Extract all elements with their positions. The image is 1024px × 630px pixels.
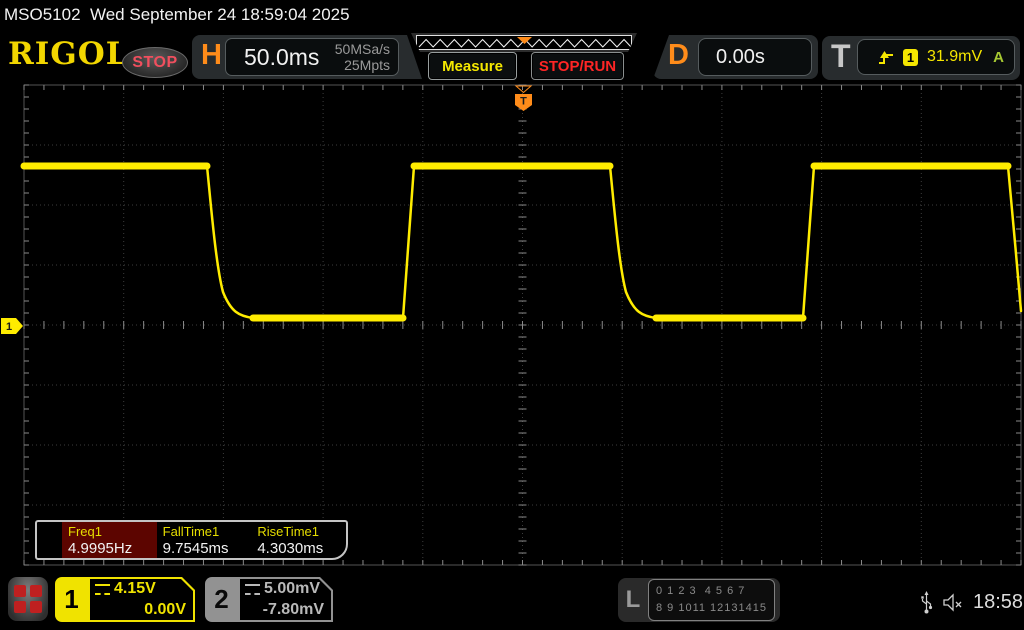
memory-depth: 25Mpts <box>335 57 390 73</box>
measure-button[interactable]: Measure <box>428 52 517 80</box>
channel-1-offset-marker[interactable]: 1 <box>1 318 23 334</box>
measurement-value: 4.9995Hz <box>68 540 157 558</box>
delay-settings[interactable]: D 0.00s <box>653 35 818 79</box>
app-grid-button[interactable] <box>8 577 48 621</box>
usb-icon <box>920 591 933 615</box>
measurement-value: 9.7545ms <box>163 540 252 558</box>
timebase-pill[interactable]: 50.0ms 50MSa/s 25Mpts <box>225 38 399 76</box>
clock: 18:58 <box>973 591 1023 614</box>
header: RIGOL STOP H 50.0ms 50MSa/s 25Mpts Measu… <box>0 30 1024 84</box>
acquisition-rates: 50MSa/s 25Mpts <box>335 41 390 73</box>
trigger-pill[interactable]: 1 31.9mV A <box>857 39 1015 75</box>
trigger-position-marker[interactable]: T <box>515 86 532 111</box>
channel-2-tab[interactable]: 2 <box>205 577 238 622</box>
measurement-item-risetime1[interactable]: RiseTime1 4.3030ms <box>251 522 346 558</box>
channel-2-offset: -7.80mV <box>263 601 324 619</box>
channel-2-status[interactable]: 2 5.00mV -7.80mV <box>205 577 333 622</box>
horizontal-label: H <box>201 39 222 72</box>
logic-channel-list: 0 1 2 3 4 5 6 7 8 9 1011 12131415 <box>648 579 775 621</box>
delay-pill[interactable]: 0.00s <box>698 38 812 76</box>
svg-text:T: T <box>520 96 527 108</box>
timebase-value: 50.0ms <box>244 44 319 71</box>
model-and-datetime: MSO5102 Wed September 24 18:59:04 2025 <box>4 5 350 25</box>
stop-run-button[interactable]: STOP/RUN <box>531 52 624 80</box>
channel-1-offset: 0.00V <box>144 601 186 619</box>
channel-2-scale: 5.00mV <box>264 580 320 598</box>
channel-1-scale-row: 4.15V <box>95 580 156 598</box>
graticule: T1 <box>0 84 1024 572</box>
logic-channels-status[interactable]: L 0 1 2 3 4 5 6 7 8 9 1011 12131415 <box>618 578 780 622</box>
speaker-muted-icon[interactable] <box>941 593 965 612</box>
dc-coupling-icon <box>95 584 110 595</box>
measurement-panel: Freq1 4.9995Hz FallTime1 9.7545ms RiseTi… <box>35 520 348 560</box>
svg-text:1: 1 <box>6 321 12 333</box>
measurement-item-falltime1[interactable]: FallTime1 9.7545ms <box>157 522 252 558</box>
measurement-label: RiseTime1 <box>257 524 346 540</box>
measurement-item-freq1[interactable]: Freq1 4.9995Hz <box>62 522 157 558</box>
grid-square <box>14 601 26 613</box>
dc-coupling-icon <box>245 584 260 595</box>
ch1-waveform-edges <box>207 166 1021 318</box>
channel-1-scale: 4.15V <box>114 580 156 598</box>
measurement-label: FallTime1 <box>163 524 252 540</box>
grid-square <box>30 601 42 613</box>
ch1-waveform-trace <box>24 166 1008 318</box>
channel-1-values[interactable]: 4.15V 0.00V <box>88 577 195 622</box>
measurement-value: 4.3030ms <box>257 540 346 558</box>
run-state-label: STOP <box>132 54 177 72</box>
channel-2-values[interactable]: 5.00mV -7.80mV <box>238 577 333 622</box>
run-state-badge: STOP <box>122 47 188 78</box>
logic-row-2: 8 9 1011 12131415 <box>656 600 767 617</box>
trigger-level: 31.9mV <box>927 48 982 66</box>
channel-1-status[interactable]: 1 4.15V 0.00V <box>55 577 195 622</box>
rigol-logo: RIGOL <box>8 36 129 72</box>
trigger-source-badge: 1 <box>903 49 918 66</box>
channel-1-tab[interactable]: 1 <box>55 577 88 622</box>
logic-label: L <box>618 586 648 614</box>
preview-position-marker <box>517 37 532 44</box>
system-tray: 18:58 <box>920 575 1023 630</box>
status-bar: MSO5102 Wed September 24 18:59:04 2025 <box>0 0 1024 30</box>
measurement-label: Freq1 <box>68 524 157 540</box>
logic-row-1: 0 1 2 3 4 5 6 7 <box>656 583 767 600</box>
preview-waveform-icon <box>416 35 632 50</box>
delay-label: D <box>668 39 689 72</box>
delay-value: 0.00s <box>716 46 765 69</box>
waveform-preview-strip[interactable] <box>411 33 637 52</box>
trigger-settings[interactable]: T 1 31.9mV A <box>822 36 1020 80</box>
bottom-bar: 1 4.15V 0.00V 2 5.00mV -7.80mV L 0 1 2 3… <box>0 575 1024 630</box>
rising-edge-icon <box>878 49 894 65</box>
sample-rate: 50MSa/s <box>335 41 390 57</box>
grid-square <box>14 585 26 597</box>
horizontal-settings[interactable]: H 50.0ms 50MSa/s 25Mpts <box>192 35 422 79</box>
trigger-label: T <box>831 38 851 75</box>
trigger-mode: A <box>993 49 1004 66</box>
channel-2-scale-row: 5.00mV <box>245 580 320 598</box>
grid-square <box>30 585 42 597</box>
